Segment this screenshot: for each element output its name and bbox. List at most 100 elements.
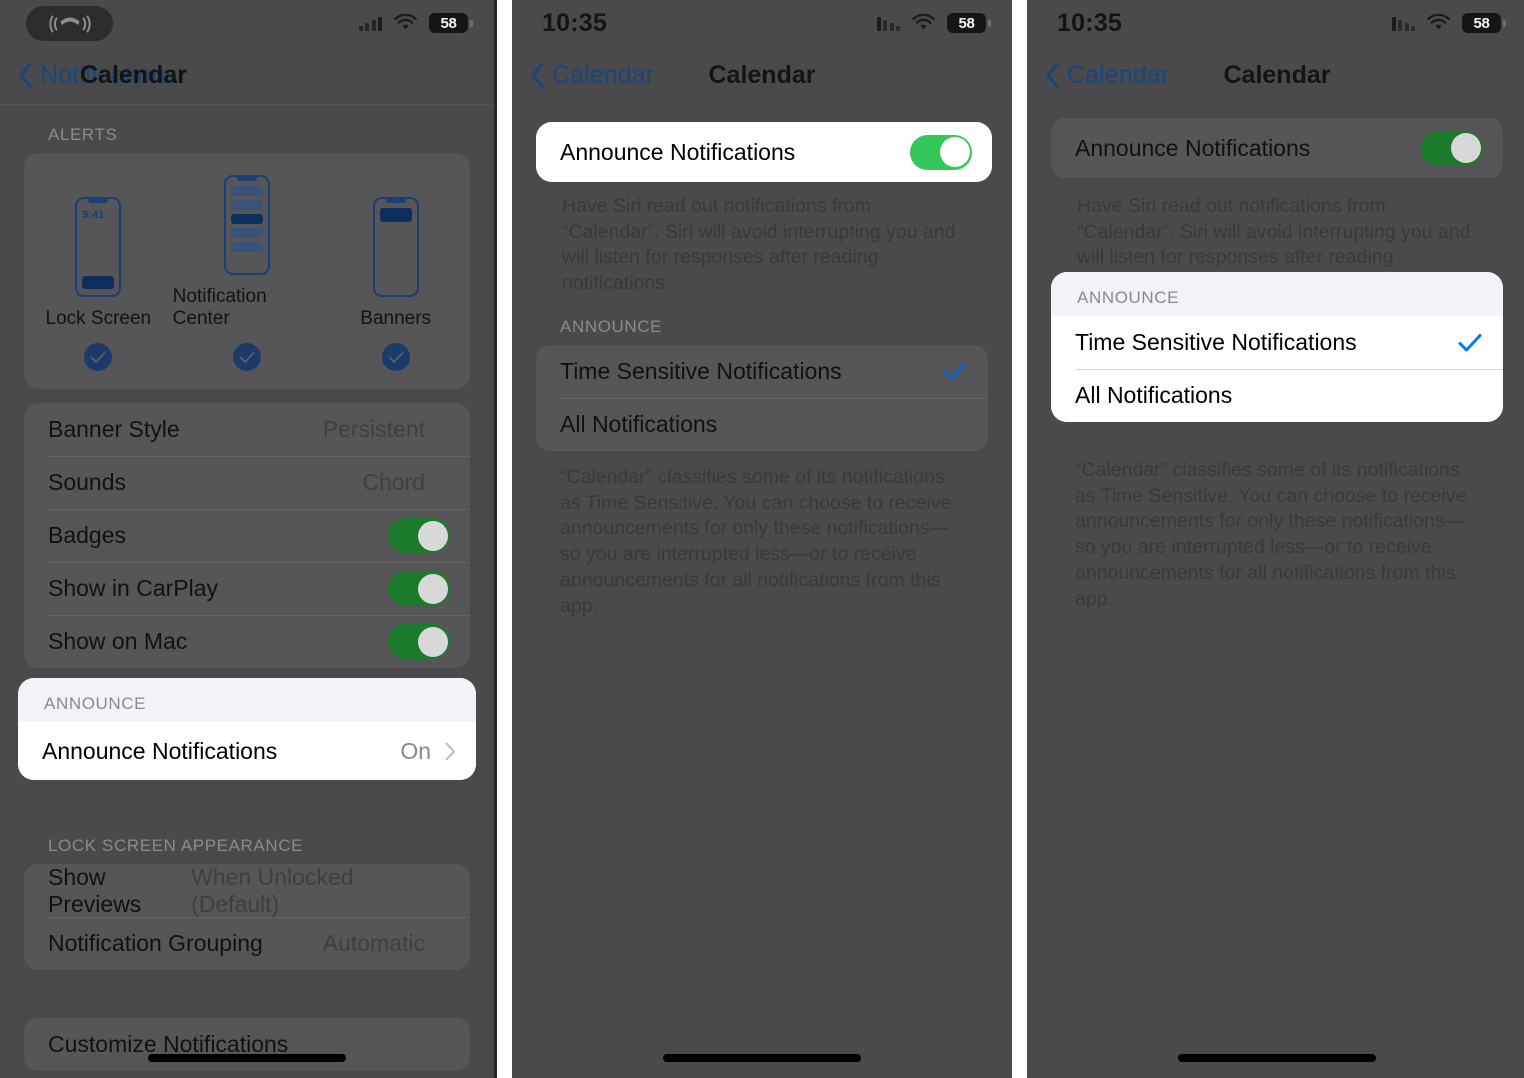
row-label: Announce Notifications — [42, 737, 278, 764]
status-bar: 10:35 58 — [512, 0, 1012, 46]
status-bar: 58 — [0, 0, 494, 46]
announce-section-header: ANNOUNCE — [18, 678, 476, 722]
show-in-carplay-toggle[interactable] — [388, 571, 450, 606]
row-show-on-mac[interactable]: Show on Mac — [24, 615, 470, 668]
announce-footer-note: “Calendar” classifies some of its notifi… — [1075, 458, 1467, 610]
row-value: When Unlocked (Default) — [191, 864, 354, 917]
home-indicator — [663, 1054, 861, 1062]
battery-icon: 58 — [947, 13, 991, 33]
option-label: Time Sensitive Notifications — [560, 357, 842, 384]
chevron-right-icon — [439, 1035, 449, 1054]
lock-screen-card: Show Previews When Unlocked (Default) No… — [24, 864, 470, 970]
option-time-sensitive-notifications[interactable]: Time Sensitive Notifications — [1051, 316, 1503, 369]
row-label: Badges — [48, 522, 127, 548]
announce-notifications-toggle[interactable] — [910, 134, 972, 170]
chevron-right-icon — [445, 742, 455, 760]
show-on-mac-toggle[interactable] — [388, 624, 450, 659]
back-label: Calendar — [552, 60, 655, 89]
option-time-sensitive-notifications[interactable]: Time Sensitive Notifications — [536, 345, 988, 398]
status-time: 10:35 — [1057, 8, 1122, 37]
back-label: Notifications — [40, 60, 178, 89]
panel-gutter — [497, 0, 512, 1078]
panel-gutter — [1012, 0, 1027, 1078]
row-sounds[interactable]: Sounds Chord — [24, 456, 470, 509]
highlight-announce-options-group: ANNOUNCE Time Sensitive Notifications Al… — [1051, 272, 1503, 422]
screen-scrim: 10:35 58 Calendar — [1027, 0, 1524, 1078]
row-banner-style[interactable]: Banner Style Persistent — [24, 403, 470, 456]
row-show-previews[interactable]: Show Previews When Unlocked (Default) — [24, 864, 470, 917]
announce-options-card: Time Sensitive Notifications All Notific… — [536, 344, 988, 451]
highlight-announce-toggle-row: Announce Notifications — [536, 122, 992, 182]
chevron-left-icon — [531, 62, 544, 88]
row-notification-grouping[interactable]: Notification Grouping Automatic — [24, 917, 470, 970]
dynamic-island-call-icon[interactable] — [26, 6, 113, 41]
row-announce-notifications[interactable]: Announce Notifications On — [18, 722, 476, 780]
alerts-section-header: ALERTS — [48, 125, 118, 144]
option-label: All Notifications — [1075, 382, 1233, 408]
row-label: Notification Grouping — [48, 930, 263, 956]
option-all-notifications[interactable]: All Notifications — [536, 397, 988, 451]
status-indicators: 58 — [1391, 13, 1506, 33]
alert-option-label: Notification Center — [172, 286, 267, 329]
check-circle-icon[interactable] — [381, 343, 410, 371]
wifi-icon — [1426, 14, 1451, 32]
back-label: Calendar — [1067, 60, 1170, 89]
battery-level: 58 — [1473, 14, 1490, 32]
checkmark-icon — [1458, 333, 1482, 351]
back-button[interactable]: Calendar — [1045, 61, 1169, 90]
status-indicators: 58 — [358, 13, 473, 33]
status-indicators: 58 — [876, 13, 991, 33]
home-indicator — [148, 1054, 346, 1062]
settings-list: ALERTS 9:41 Lock Screen Notification Cen… — [0, 105, 494, 1071]
wifi-icon — [393, 14, 418, 32]
check-circle-icon[interactable] — [233, 343, 261, 371]
back-button[interactable]: Calendar — [530, 61, 654, 90]
badges-toggle[interactable] — [388, 518, 450, 553]
home-indicator — [1178, 1054, 1376, 1062]
status-bar: 10:35 58 — [1027, 0, 1524, 46]
chevron-left-icon — [19, 62, 32, 88]
row-announce-notifications[interactable]: Announce Notifications — [1051, 118, 1503, 178]
chevron-right-icon — [439, 420, 449, 439]
customize-card: Customize Notifications — [24, 1018, 470, 1071]
row-badges[interactable]: Badges — [24, 509, 470, 562]
chevron-left-icon — [1046, 62, 1059, 88]
row-label: Show in CarPlay — [48, 575, 219, 601]
row-label: Banner Style — [48, 416, 180, 442]
alert-styles-card: 9:41 Lock Screen Notification Center Ban… — [24, 153, 470, 389]
option-label: Time Sensitive Notifications — [1075, 329, 1357, 355]
row-show-in-carplay[interactable]: Show in CarPlay — [24, 562, 470, 615]
check-circle-icon[interactable] — [84, 343, 113, 371]
row-announce-notifications[interactable]: Announce Notifications — [536, 122, 992, 182]
navigation-bar: Notifications Calendar — [0, 46, 494, 104]
status-time: 10:35 — [542, 8, 607, 37]
alert-option-notification-center[interactable]: Notification Center — [173, 175, 322, 371]
announce-section-header: ANNOUNCE — [1051, 272, 1503, 316]
alert-settings-card: Banner Style Persistent Sounds Chord Bad… — [24, 403, 470, 668]
alert-option-label: Banners — [360, 308, 432, 329]
announce-description: Have Siri read out notifications from “C… — [562, 195, 956, 295]
back-button[interactable]: Notifications — [18, 61, 177, 90]
alert-option-lock-screen[interactable]: 9:41 Lock Screen — [24, 197, 173, 371]
screen-scrim: 58 Notifications Calendar ALERTS 9:41 Lo… — [0, 0, 494, 1078]
announce-notifications-toggle[interactable] — [1421, 130, 1483, 166]
chevron-right-icon — [439, 473, 449, 492]
alert-option-banners[interactable]: Banners — [321, 197, 470, 371]
lock-screen-illustration-icon: 9:41 — [75, 197, 122, 297]
row-customize-notifications[interactable]: Customize Notifications — [24, 1018, 470, 1071]
phone-panel-announce-toggle: 10:35 58 Calendar Calendar Have Siri rea… — [512, 0, 1012, 1078]
illustration-time: 9:41 — [82, 209, 105, 221]
row-value: Persistent — [322, 416, 425, 442]
row-value: Automatic — [322, 930, 425, 956]
option-all-notifications[interactable]: All Notifications — [1051, 369, 1503, 422]
battery-icon: 58 — [1462, 13, 1506, 33]
phone-panel-notifications-settings: 58 Notifications Calendar ALERTS 9:41 Lo… — [0, 0, 497, 1078]
banners-illustration-icon — [372, 197, 419, 297]
row-value: Chord — [362, 469, 425, 495]
option-label: All Notifications — [560, 410, 718, 437]
checkmark-icon — [943, 362, 967, 380]
row-label: Show on Mac — [48, 628, 188, 654]
chevron-right-icon — [439, 881, 449, 900]
announce-toggle-card: Announce Notifications — [1051, 118, 1503, 178]
cellular-signal-icon — [1391, 16, 1415, 31]
